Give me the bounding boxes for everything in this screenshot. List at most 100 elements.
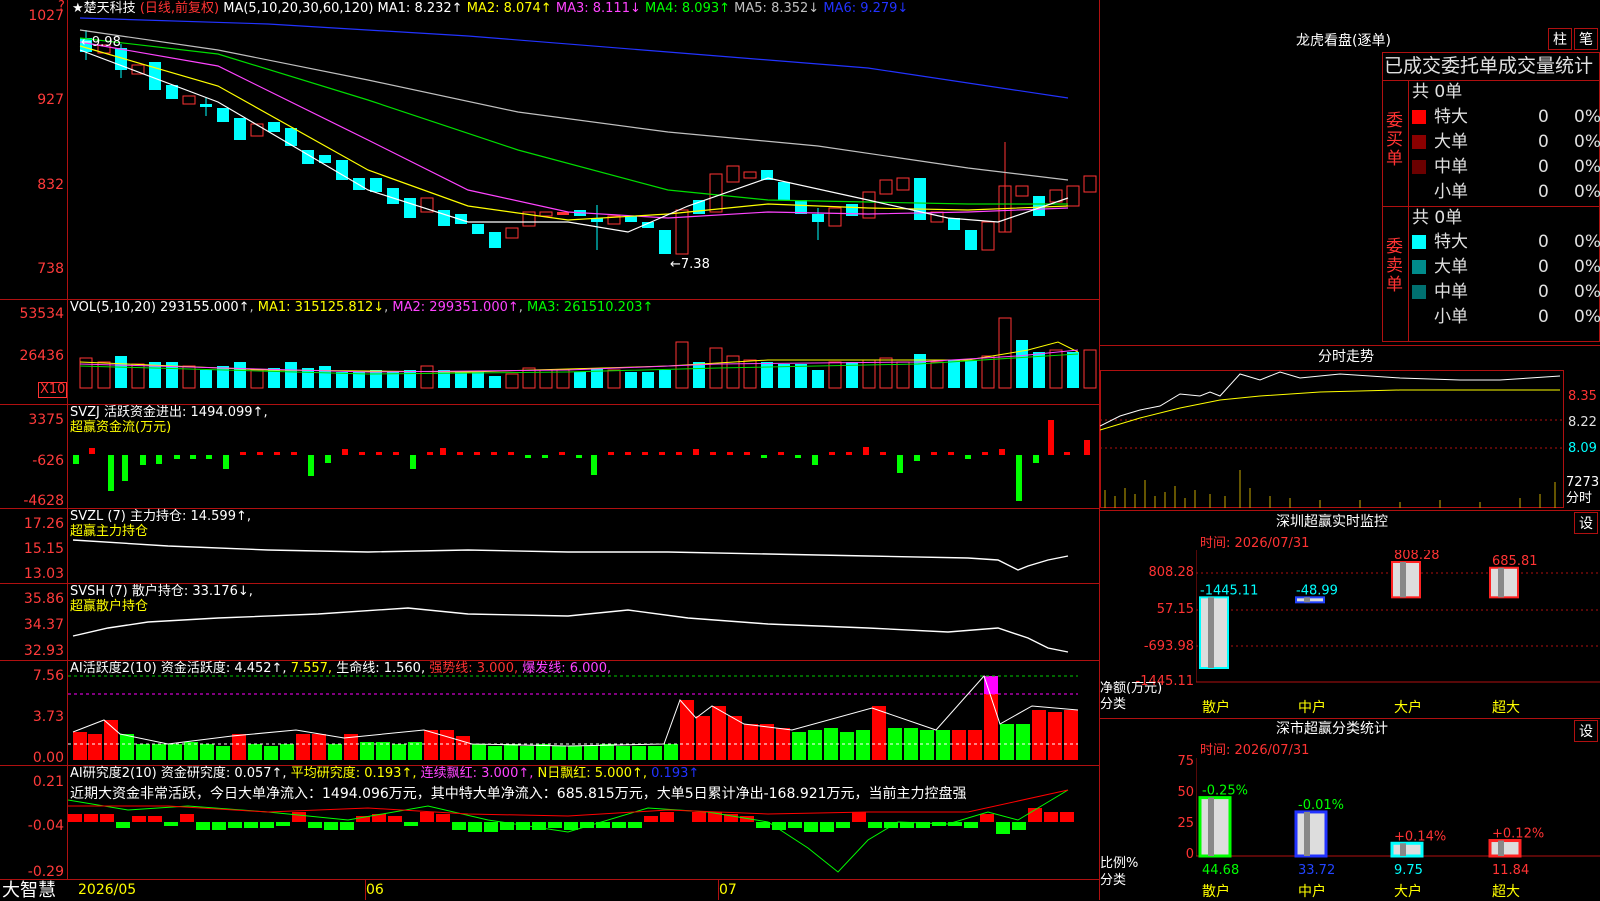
sell-row-s: 小单 0 0% bbox=[1412, 305, 1600, 329]
candlesticks bbox=[80, 30, 1097, 255]
svsh-tick: 32.93 bbox=[23, 643, 64, 659]
row-name: 特大 bbox=[1434, 232, 1468, 252]
row-count: 0 bbox=[1538, 157, 1549, 177]
legend-swatch bbox=[1412, 235, 1426, 249]
row-pct: 0% bbox=[1574, 107, 1600, 127]
svsh-tick: 35.86 bbox=[23, 591, 64, 607]
net-bar-label: -1445.11 bbox=[1200, 583, 1258, 598]
ai2-tick: -0.04 bbox=[27, 818, 64, 834]
intraday-vol-tick: 7273 bbox=[1566, 475, 1600, 490]
intraday-price-tick: 8.09 bbox=[1568, 441, 1597, 456]
sz-class-title: 深市超赢分类统计 bbox=[1276, 721, 1388, 737]
intraday-price-tick: 8.22 bbox=[1568, 415, 1597, 430]
vol-tick: 53534 bbox=[19, 306, 64, 322]
legend-swatch bbox=[1412, 160, 1426, 174]
net-category-label: 散户 bbox=[1202, 699, 1230, 715]
x-label: 2026/05 bbox=[78, 882, 137, 898]
row-count: 0 bbox=[1538, 307, 1549, 327]
sz-monitor-xlabel: 分类 bbox=[1100, 697, 1127, 712]
intraday-title: 分时走势 bbox=[1318, 349, 1374, 365]
ratio-category-label: 超大 bbox=[1492, 884, 1520, 900]
ai1-tick: 3.73 bbox=[32, 709, 64, 725]
sz-class-time: 时间: 2026/07/31 bbox=[1200, 743, 1310, 758]
net-bar bbox=[1199, 596, 1229, 669]
sz-monitor-title: 深圳超赢实时监控 bbox=[1276, 514, 1388, 530]
sz-monitor-time: 时间: 2026/07/31 bbox=[1200, 536, 1310, 551]
tick-mode-button[interactable]: 笔 bbox=[1574, 28, 1598, 50]
row-pct: 0% bbox=[1574, 132, 1600, 152]
svg-text:←7.38: ←7.38 bbox=[670, 257, 710, 272]
legend-swatch bbox=[1412, 110, 1426, 124]
sell-row-m: 中单 0 0% bbox=[1412, 280, 1600, 304]
price-tick: 738 bbox=[37, 261, 64, 277]
ratio-change-label: -0.25% bbox=[1202, 784, 1248, 799]
indicator-canvas: ←9.98 ←7.38 bbox=[68, 17, 1097, 873]
legend-swatch bbox=[1412, 135, 1426, 149]
vol-tick: 26436 bbox=[19, 348, 64, 364]
volume-bars bbox=[79, 317, 1097, 389]
ratio-change-label: +0.14% bbox=[1394, 829, 1446, 844]
row-name: 小单 bbox=[1434, 182, 1468, 202]
ratio-value-label: 11.84 bbox=[1492, 863, 1529, 878]
row-pct: 0% bbox=[1574, 157, 1600, 177]
price-tick: 927 bbox=[37, 92, 64, 108]
net-bar bbox=[1489, 566, 1519, 599]
sz-class-ylabel: 比例% bbox=[1100, 856, 1139, 871]
sz-class-tick: 50 bbox=[1177, 785, 1194, 800]
intraday-price-tick: 8.35 bbox=[1568, 389, 1597, 404]
svzj-tick: -626 bbox=[32, 453, 64, 469]
buy-total: 共 0单 bbox=[1412, 82, 1463, 102]
buy-side-label: 委买单 bbox=[1386, 111, 1403, 169]
sz-class-tick: 25 bbox=[1177, 816, 1194, 831]
ratio-change-label: -0.01% bbox=[1298, 798, 1344, 813]
ratio-value-label: 44.68 bbox=[1202, 863, 1239, 878]
ratio-category-label: 中户 bbox=[1298, 883, 1326, 900]
net-category-label: 超大 bbox=[1492, 700, 1520, 715]
sz-monitor-ylabel: 净额(万元) bbox=[1100, 681, 1163, 696]
ai1-tick: 7.56 bbox=[32, 668, 64, 684]
ratio-change-label: +0.12% bbox=[1492, 827, 1544, 842]
row-name: 小单 bbox=[1434, 307, 1468, 327]
brand-logo: 大智慧 bbox=[2, 880, 56, 901]
row-pct: 0% bbox=[1574, 307, 1600, 327]
ai2-tick: -0.29 bbox=[27, 864, 64, 880]
row-count: 0 bbox=[1538, 107, 1549, 127]
ratio-category-label: 散户 bbox=[1202, 883, 1230, 900]
order-stats-header: 已成交委托单成交量统计 bbox=[1384, 55, 1594, 77]
ratio-value-label: 9.75 bbox=[1394, 863, 1423, 878]
row-name: 大单 bbox=[1434, 257, 1468, 277]
sz-class-settings-button[interactable]: 设 bbox=[1574, 720, 1598, 742]
sell-row-l: 大单 0 0% bbox=[1412, 255, 1600, 279]
svzl-tick: 13.03 bbox=[23, 566, 64, 582]
ratio-bar bbox=[1294, 810, 1328, 858]
net-bar-label: 685.81 bbox=[1492, 554, 1538, 569]
section-sep bbox=[1100, 718, 1600, 719]
row-name: 中单 bbox=[1434, 157, 1468, 177]
x-tick bbox=[365, 880, 366, 900]
ratio-bar bbox=[1198, 796, 1232, 858]
ratio-bar bbox=[1488, 839, 1522, 858]
sell-total: 共 0单 bbox=[1412, 208, 1463, 228]
section-sep bbox=[1100, 345, 1600, 346]
net-category-label: 中户 bbox=[1298, 699, 1326, 715]
bar-mode-button[interactable]: 柱 bbox=[1548, 28, 1572, 50]
ratio-category-label: 大户 bbox=[1394, 883, 1422, 900]
stats-sep bbox=[1408, 80, 1409, 342]
row-count: 0 bbox=[1538, 257, 1549, 277]
sell-row-xl: 特大 0 0% bbox=[1412, 230, 1600, 254]
net-bar bbox=[1391, 561, 1421, 599]
net-category-label: 大户 bbox=[1394, 699, 1422, 715]
row-count: 0 bbox=[1538, 282, 1549, 302]
sz-class-xlabel: 分类 bbox=[1100, 873, 1127, 888]
sz-monitor-settings-button[interactable]: 设 bbox=[1574, 512, 1598, 534]
buy-row-s: 小单 0 0% bbox=[1412, 180, 1600, 204]
price-tick: 1027 bbox=[28, 8, 64, 24]
row-name: 特大 bbox=[1434, 107, 1468, 127]
net-bar-label: -48.99 bbox=[1296, 583, 1338, 598]
legend-swatch bbox=[1412, 260, 1426, 274]
svzl-tick: 15.15 bbox=[23, 541, 64, 557]
svzj-tick: -4628 bbox=[23, 493, 64, 509]
chart-area[interactable]: ★楚天科技 (日线,前复权) MA(5,10,20,30,60,120) MA1… bbox=[0, 0, 1100, 901]
legend-swatch bbox=[1412, 285, 1426, 299]
ai1-bars bbox=[73, 676, 1078, 760]
